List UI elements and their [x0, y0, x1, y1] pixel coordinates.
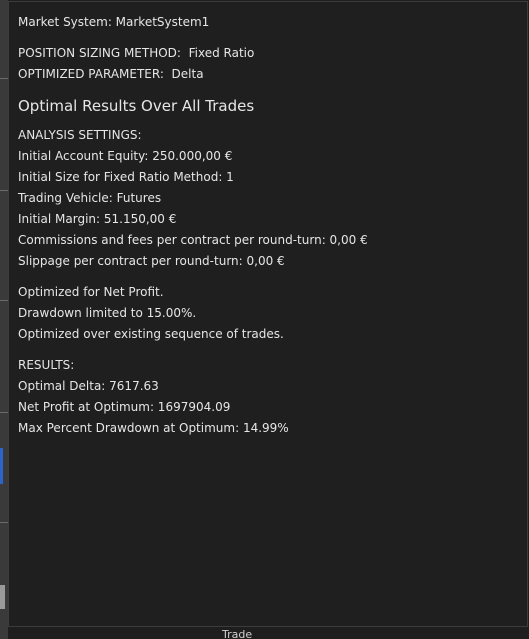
optimization-note: Drawdown limited to 15.00%. [18, 306, 197, 320]
report-title: Optimal Results Over All Trades [18, 97, 255, 115]
background-gridline [0, 522, 8, 523]
optimized-parameter-label: OPTIMIZED PARAMETER: [18, 67, 164, 81]
background-gridline [0, 300, 8, 301]
background-column-label: Trade [222, 628, 253, 639]
background-gridline [0, 412, 8, 413]
optimization-note: Optimized over existing sequence of trad… [18, 327, 284, 341]
background-gridline [0, 190, 8, 191]
optimized-parameter-value: Delta [171, 67, 204, 81]
analysis-setting-line: Commissions and fees per contract per ro… [18, 233, 368, 247]
optimization-note: Optimized for Net Profit. [18, 285, 164, 299]
result-line: Optimal Delta: 7617.63 [18, 379, 159, 393]
analysis-setting-line: Initial Size for Fixed Ratio Method: 1 [18, 170, 234, 184]
position-sizing-label: POSITION SIZING METHOD: [18, 46, 181, 60]
position-sizing-value: Fixed Ratio [188, 46, 255, 60]
analysis-setting-line: Initial Margin: 51.150,00 € [18, 212, 177, 226]
result-line: Max Percent Drawdown at Optimum: 14.99% [18, 421, 289, 435]
position-sizing-method: POSITION SIZING METHOD: Fixed Ratio [18, 43, 527, 64]
analysis-setting-line: Trading Vehicle: Futures [18, 191, 162, 205]
optimized-parameter: OPTIMIZED PARAMETER: Delta [18, 64, 527, 85]
analysis-setting-line: Slippage per contract per round-turn: 0,… [18, 254, 285, 268]
results-heading: RESULTS: [18, 358, 75, 372]
market-system-label: Market System: MarketSystem1 [18, 15, 210, 29]
result-line: Net Profit at Optimum: 1697904.09 [18, 400, 231, 414]
analysis-setting-line: Initial Account Equity: 250.000,00 € [18, 149, 233, 163]
background-selection-marker [0, 448, 3, 484]
background-scroll-thumb [0, 585, 5, 609]
background-gridline [0, 78, 8, 79]
optimal-results-tooltip: Market System: MarketSystem1 POSITION SI… [8, 1, 528, 627]
background-app-edge [0, 0, 8, 639]
analysis-settings-heading: ANALYSIS SETTINGS: [18, 128, 142, 142]
